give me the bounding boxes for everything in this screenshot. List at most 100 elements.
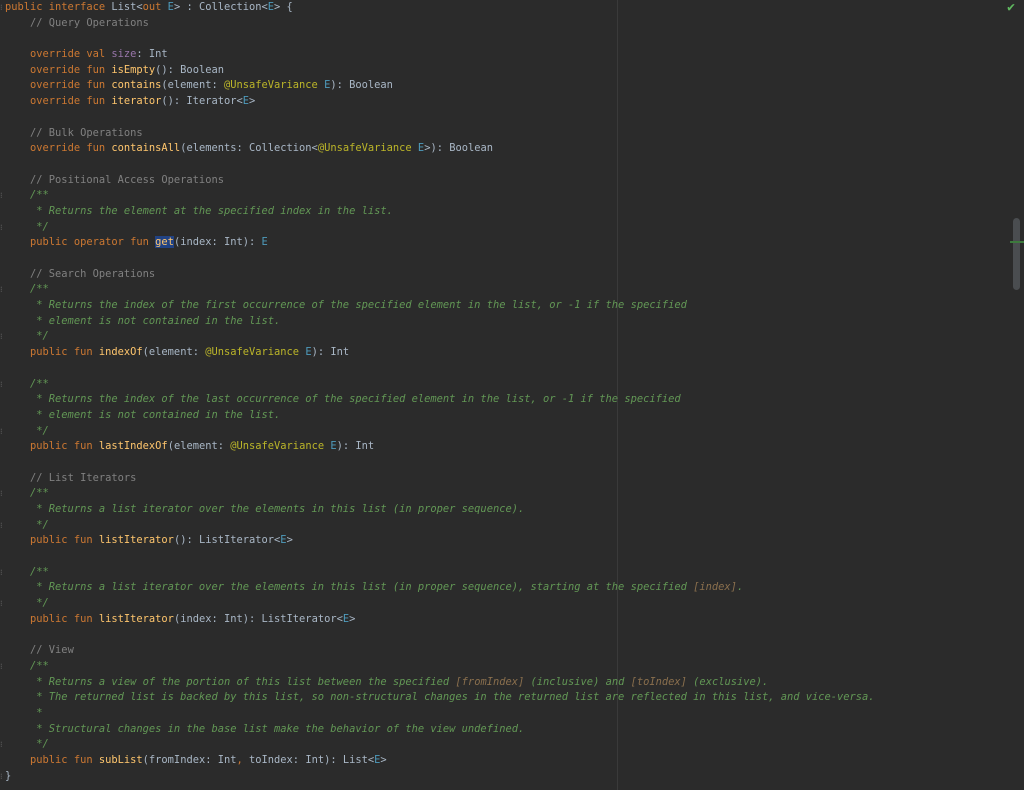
- code-token: /**: [30, 189, 49, 202]
- scrollbar-marker: [1010, 241, 1024, 243]
- code-line[interactable]: [5, 455, 875, 471]
- fold-marker-icon[interactable]: ⁝: [0, 3, 3, 12]
- code-line[interactable]: * The returned list is backed by this li…: [5, 690, 874, 706]
- code-line[interactable]: ⁝ */: [0, 518, 875, 534]
- code-line[interactable]: public operator fun get(index: Int): E: [5, 235, 875, 251]
- code-line[interactable]: [5, 549, 875, 565]
- code-line[interactable]: ⁝ public interface List<out E> : Collecti…: [0, 0, 875, 16]
- code-line[interactable]: ⁝ /**: [0, 659, 875, 675]
- code-line[interactable]: ⁝ /**: [0, 282, 875, 298]
- fold-marker-icon[interactable]: ⁝: [0, 740, 3, 749]
- code-line[interactable]: * Returns a view of the portion of this …: [5, 675, 875, 691]
- code-line[interactable]: * element is not contained in the list.: [5, 314, 875, 330]
- code-line[interactable]: [5, 628, 875, 644]
- code-token: /**: [30, 283, 49, 296]
- code-token: * Structural changes in the base list ma…: [36, 722, 525, 735]
- code-line[interactable]: * Returns the index of the first occurre…: [5, 298, 875, 314]
- code-token: */: [36, 220, 49, 233]
- code-line[interactable]: public fun listIterator(): ListIterator<…: [5, 533, 875, 549]
- fold-marker-icon[interactable]: ⁝: [0, 332, 3, 341]
- code-line[interactable]: public fun lastIndexOf(element: @UnsafeV…: [5, 439, 875, 455]
- code-line[interactable]: // View: [5, 643, 875, 659]
- fold-marker-icon[interactable]: ⁝: [0, 191, 3, 200]
- code-line[interactable]: ⁝ /**: [0, 377, 875, 393]
- code-token: override val: [30, 48, 112, 61]
- code-line[interactable]: ⁝ /**: [0, 486, 875, 502]
- code-line[interactable]: *: [5, 706, 875, 722]
- code-line[interactable]: * Returns the index of the last occurren…: [5, 392, 875, 408]
- code-line[interactable]: * Returns a list iterator over the eleme…: [5, 580, 875, 596]
- code-line[interactable]: ⁝ /**: [0, 565, 875, 581]
- code-line[interactable]: override fun containsAll(elements: Colle…: [5, 141, 875, 157]
- code-lines[interactable]: ⁝ public interface List<out E> : Collecti…: [0, 0, 875, 785]
- fold-marker-icon[interactable]: ⁝: [0, 568, 3, 577]
- code-token: [fromIndex]: [455, 675, 525, 688]
- code-line[interactable]: [5, 251, 875, 267]
- code-line[interactable]: public fun subList(fromIndex: Int, toInd…: [5, 753, 875, 769]
- code-line[interactable]: ⁝ */: [0, 424, 875, 440]
- fold-marker-icon[interactable]: ⁝: [0, 380, 3, 389]
- code-token: ): Int: [311, 346, 350, 359]
- code-line[interactable]: // Bulk Operations: [5, 126, 875, 142]
- fold-marker-icon[interactable]: ⁝: [0, 662, 3, 671]
- code-line[interactable]: * Structural changes in the base list ma…: [5, 722, 875, 738]
- vertical-scrollbar-thumb[interactable]: [1013, 218, 1020, 290]
- code-line[interactable]: [5, 31, 875, 47]
- code-line[interactable]: override val size: Int: [5, 47, 875, 63]
- code-line[interactable]: // Search Operations: [5, 267, 875, 283]
- code-editor[interactable]: ⁝ public interface List<out E> : Collecti…: [0, 0, 1024, 790]
- code-line[interactable]: public fun indexOf(element: @UnsafeVaria…: [5, 345, 875, 361]
- code-token: [toIndex]: [630, 675, 687, 688]
- code-line[interactable]: [5, 157, 875, 173]
- code-token: >: [249, 95, 256, 108]
- code-line[interactable]: ⁝ */: [0, 596, 875, 612]
- code-line[interactable]: ⁝}: [0, 769, 875, 785]
- code-token: * Returns the index of the last occurren…: [36, 393, 681, 406]
- code-line[interactable]: * Returns the element at the specified i…: [5, 204, 875, 220]
- code-line[interactable]: override fun iterator(): Iterator<E>: [5, 94, 875, 110]
- code-line[interactable]: ⁝ */: [0, 737, 875, 753]
- code-line[interactable]: override fun isEmpty(): Boolean: [5, 63, 875, 79]
- code-token: (element:: [167, 440, 231, 453]
- code-line[interactable]: // List Iterators: [5, 471, 875, 487]
- code-token: */: [36, 738, 49, 751]
- code-line[interactable]: ⁝ */: [0, 329, 875, 345]
- code-line[interactable]: [5, 110, 875, 126]
- fold-marker-icon[interactable]: ⁝: [0, 489, 3, 498]
- fold-marker-icon[interactable]: ⁝: [0, 427, 3, 436]
- code-token: listIterator: [98, 534, 174, 547]
- code-line[interactable]: // Positional Access Operations: [5, 173, 875, 189]
- code-token: isEmpty: [111, 63, 156, 76]
- code-token: public operator fun: [30, 236, 156, 249]
- fold-marker-icon[interactable]: ⁝: [0, 772, 3, 781]
- code-line[interactable]: ⁝ */: [0, 220, 875, 236]
- code-line[interactable]: public fun listIterator(index: Int): Lis…: [5, 612, 875, 628]
- code-token: override fun: [30, 63, 112, 76]
- code-line[interactable]: [5, 361, 875, 377]
- code-token: * Returns a list iterator over the eleme…: [36, 503, 525, 515]
- code-token: (fromIndex: Int: [142, 754, 237, 766]
- code-token: */: [36, 424, 49, 437]
- code-token: >): Boolean: [424, 142, 494, 155]
- code-line[interactable]: * element is not contained in the list.: [5, 408, 875, 424]
- code-token: */: [36, 518, 49, 531]
- code-line[interactable]: // Query Operations: [5, 16, 875, 32]
- fold-marker-icon[interactable]: ⁝: [0, 521, 3, 530]
- fold-marker-icon[interactable]: ⁝: [0, 599, 3, 608]
- code-line[interactable]: ⁝ /**: [0, 188, 875, 204]
- check-icon[interactable]: ✔: [1004, 1, 1018, 15]
- fold-marker-icon[interactable]: ⁝: [0, 223, 3, 232]
- code-line[interactable]: override fun contains(element: @UnsafeVa…: [5, 78, 875, 94]
- code-line[interactable]: * Returns a list iterator over the eleme…: [5, 502, 875, 518]
- fold-marker-icon[interactable]: ⁝: [0, 285, 3, 294]
- code-token: ): Int: [336, 440, 375, 453]
